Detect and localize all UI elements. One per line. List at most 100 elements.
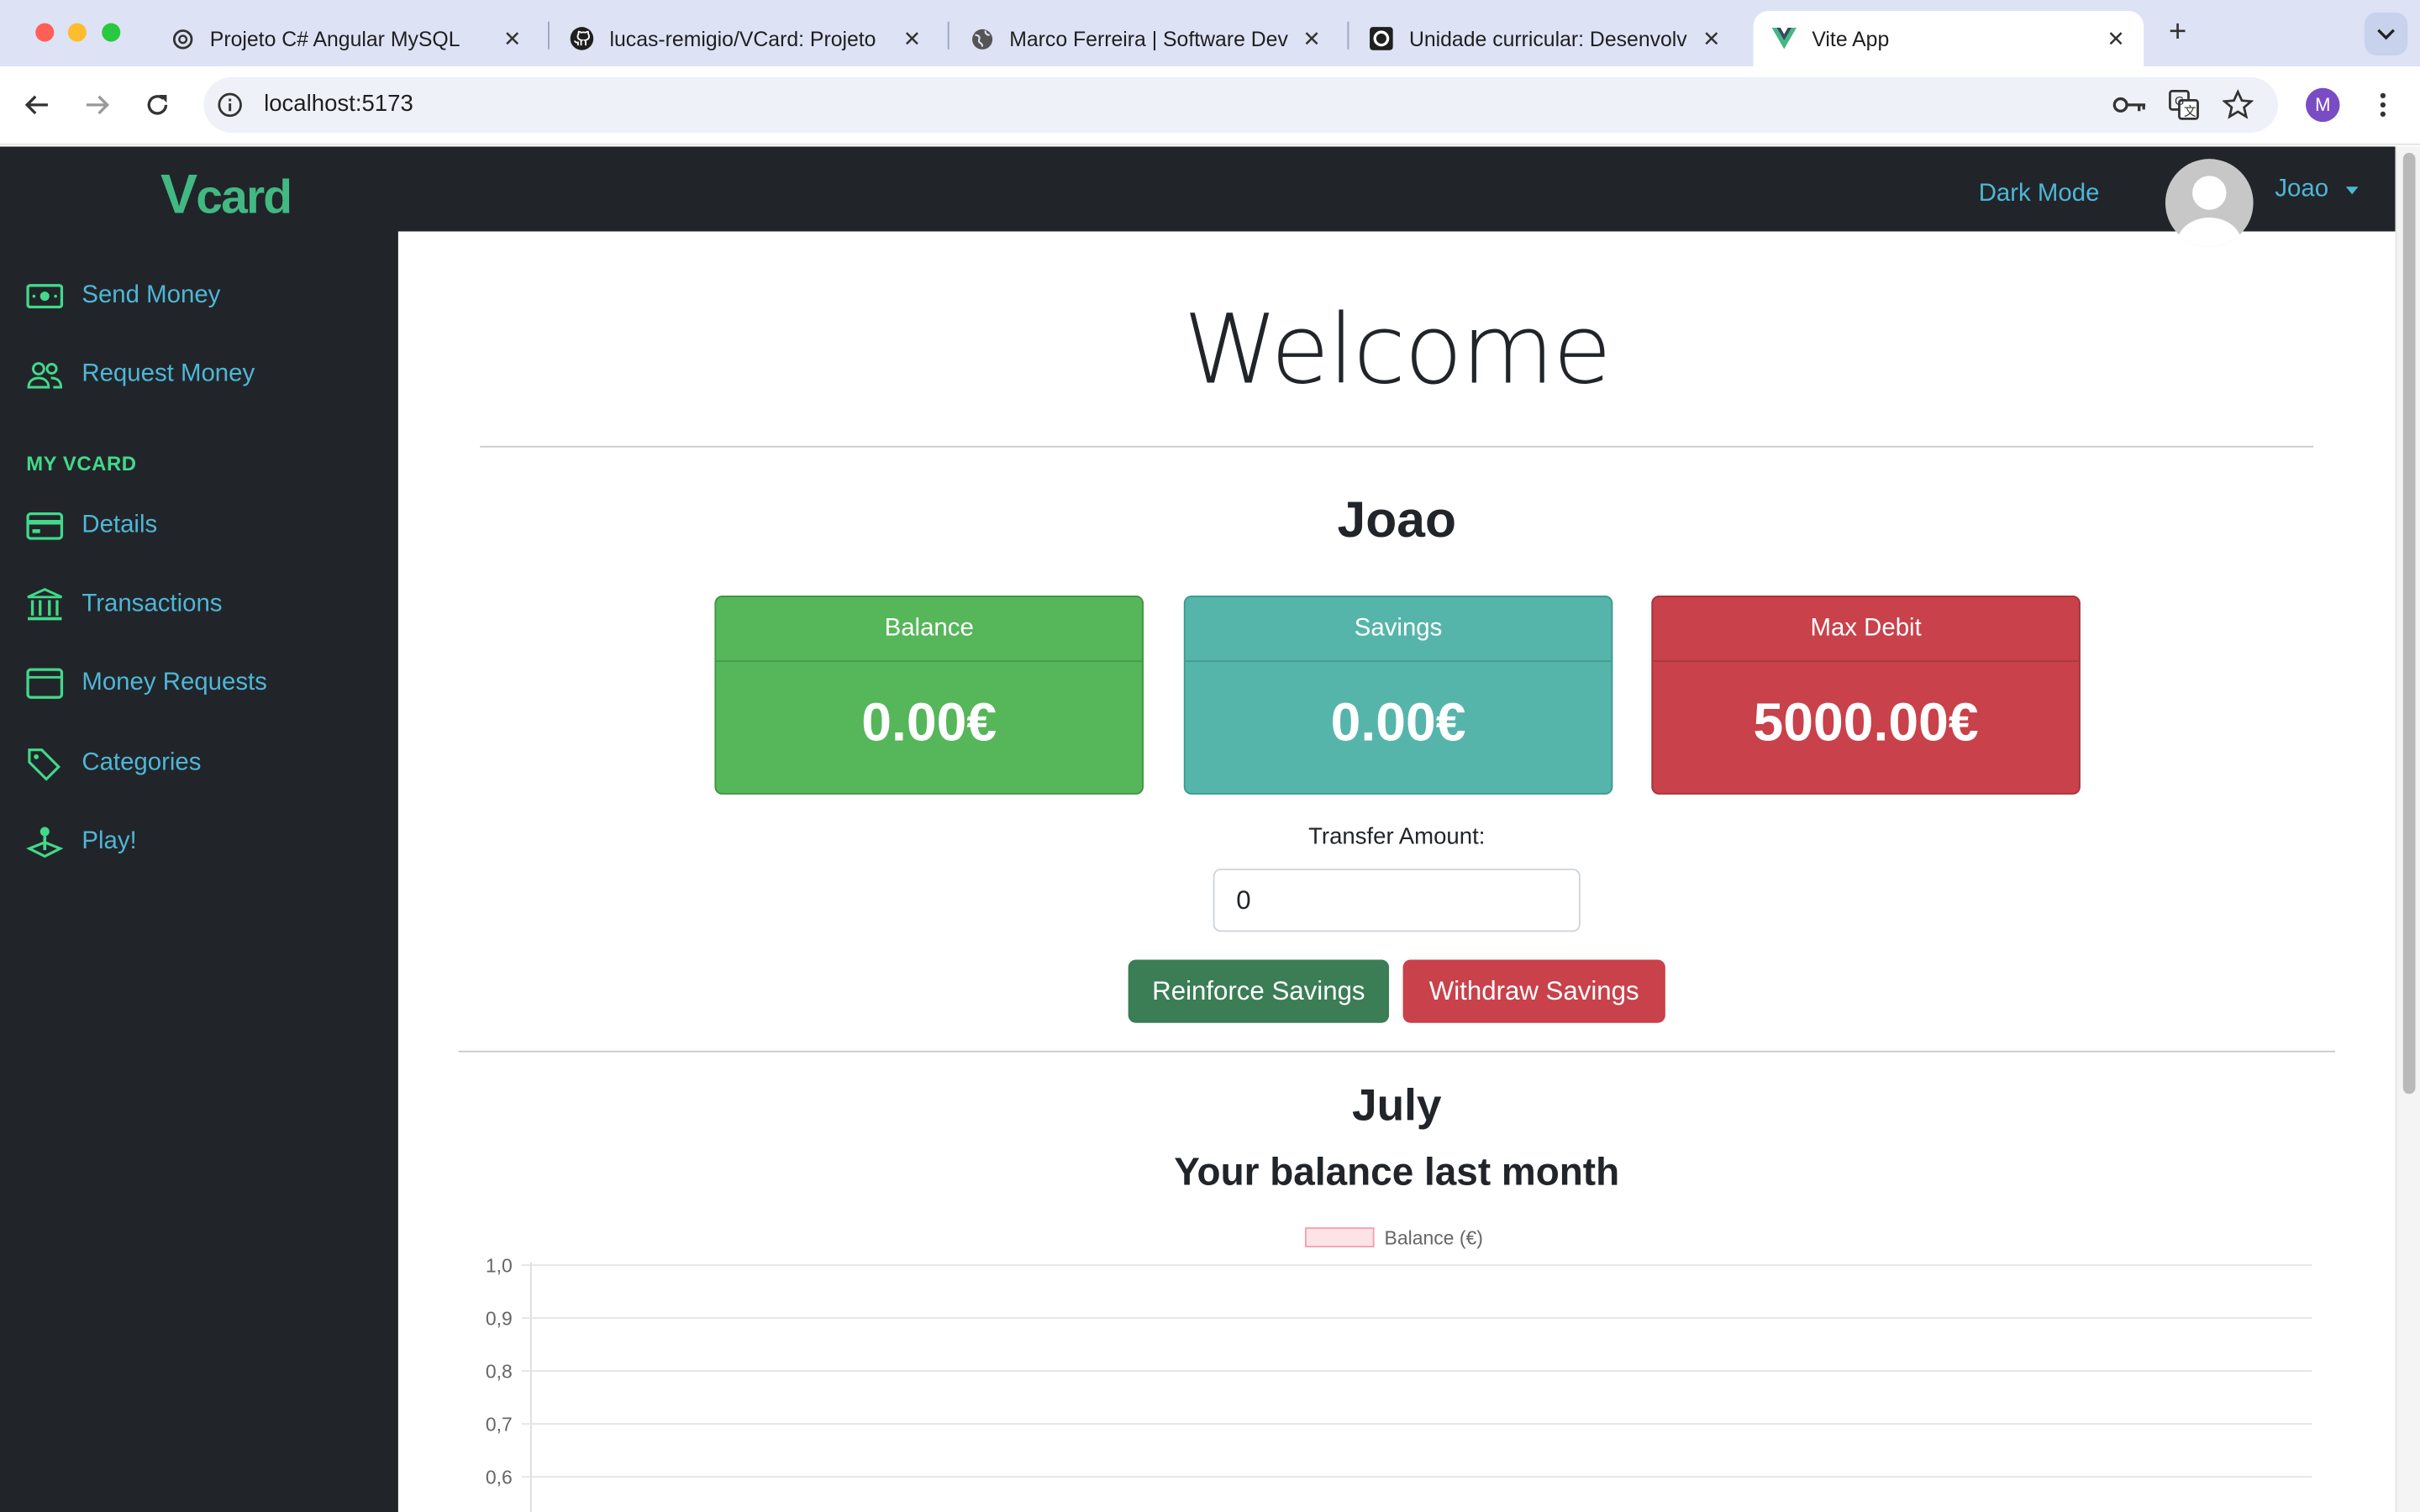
svg-text:文: 文: [2184, 105, 2196, 119]
max-debit-value: 5000.00€: [1753, 692, 1979, 753]
savings-card: Savings 0.00€: [1183, 595, 1613, 795]
reload-button[interactable]: [140, 88, 174, 122]
user-menu-label[interactable]: Joao: [2275, 176, 2328, 203]
sidebar-item-label: Send Money: [82, 282, 221, 309]
tab-divider: [1347, 21, 1349, 50]
new-tab-icon[interactable]: +: [2162, 15, 2193, 50]
browser-tab-bar: Projeto C# Angular MySQL ✕ lucas-remigio…: [0, 0, 2420, 66]
sidebar-item-label: Details: [82, 512, 158, 539]
forward-button[interactable]: [81, 88, 114, 122]
y-tick-label: 0,7: [486, 1413, 513, 1435]
sidebar-item-send-money[interactable]: Send Money: [24, 279, 220, 312]
sidebar-item-label: Play!: [82, 828, 137, 855]
savings-value: 0.00€: [1330, 692, 1466, 753]
tab-title: lucas-remigio/VCard: Projeto: [609, 27, 876, 50]
sidebar-item-categories[interactable]: Categories: [24, 747, 202, 781]
tab-title: Marco Ferreira | Software Dev: [1009, 27, 1288, 50]
bookmark-star-icon[interactable]: [2221, 88, 2254, 122]
sidebar-item-label: Money Requests: [82, 669, 267, 696]
reinforce-savings-button[interactable]: Reinforce Savings: [1128, 959, 1390, 1023]
openai-icon: [170, 26, 194, 50]
y-tick-label: 1,0: [486, 1254, 513, 1276]
bank-icon: [24, 588, 65, 622]
vcard-logo[interactable]: Vcard: [160, 161, 292, 227]
transfer-amount-label: Transfer Amount:: [1308, 823, 1486, 851]
page-title: Welcome: [1183, 292, 1612, 407]
browser-tab[interactable]: Projeto C# Angular MySQL ✕: [151, 11, 540, 66]
close-tab-icon[interactable]: ✕: [500, 25, 524, 51]
people-icon: [24, 358, 65, 391]
y-tick-label: 0,8: [486, 1360, 513, 1382]
divider: [480, 445, 2314, 448]
arrow-right-icon: [86, 95, 109, 115]
sidebar-item-play[interactable]: Play!: [24, 826, 137, 859]
tab-divider: [947, 21, 950, 50]
tab-search-button[interactable]: [2364, 12, 2408, 56]
url-text: localhost:5173: [264, 91, 413, 118]
sidebar-item-transactions[interactable]: Transactions: [24, 588, 222, 622]
sidebar-item-money-requests[interactable]: Money Requests: [24, 666, 267, 700]
translate-icon[interactable]: G文: [2167, 88, 2201, 122]
moodle-icon: [1369, 26, 1393, 50]
browser-tab-active[interactable]: Vite App ✕: [1753, 10, 2144, 66]
divider: [458, 1050, 2335, 1053]
site-info-icon[interactable]: [216, 91, 244, 118]
minimize-window-button[interactable]: [67, 23, 87, 42]
tags-icon: [24, 747, 65, 781]
wallet-icon: [24, 666, 65, 700]
money-icon: [24, 279, 65, 312]
withdraw-savings-button[interactable]: Withdraw Savings: [1402, 959, 1665, 1023]
balance-card: Balance 0.00€: [714, 595, 1144, 795]
close-window-button[interactable]: [35, 23, 55, 42]
chevron-down-icon: [2377, 29, 2395, 40]
sidebar-section-heading: MY VCARD: [26, 452, 137, 475]
caret-down-icon[interactable]: [2345, 186, 2359, 195]
tab-divider: [548, 21, 550, 50]
joystick-icon: [24, 826, 65, 859]
user-name-heading: Joao: [1337, 491, 1456, 549]
close-tab-icon[interactable]: ✕: [900, 25, 924, 51]
sidebar-item-request-money[interactable]: Request Money: [24, 358, 255, 391]
arrow-left-icon: [24, 95, 48, 115]
close-tab-icon[interactable]: ✕: [1300, 25, 1324, 51]
close-tab-icon[interactable]: ✕: [2103, 25, 2128, 51]
maximize-window-button[interactable]: [102, 23, 121, 42]
scrollbar-thumb[interactable]: [2402, 152, 2416, 1095]
svg-text:G: G: [2175, 95, 2184, 108]
browser-tab[interactable]: Unidade curricular: Desenvolv ✕: [1350, 11, 1739, 66]
max-debit-card-label: Max Debit: [1653, 597, 2080, 662]
dark-mode-toggle[interactable]: Dark Mode: [1979, 181, 2100, 208]
globe-icon: [969, 26, 993, 50]
github-icon: [570, 26, 594, 50]
logo-letter: V: [160, 161, 197, 226]
close-tab-icon[interactable]: ✕: [1699, 25, 1723, 51]
browser-tab[interactable]: lucas-remigio/VCard: Projeto ✕: [551, 11, 940, 66]
address-bar[interactable]: localhost:5173: [203, 76, 2279, 133]
app-root: Projeto C# Angular MySQL ✕ lucas-remigio…: [0, 0, 2420, 1512]
reload-icon: [147, 94, 168, 115]
balance-card-label: Balance: [716, 597, 1143, 662]
transfer-amount-input[interactable]: 0: [1213, 869, 1581, 932]
legend-swatch: [1304, 1227, 1375, 1248]
tab-title: Vite App: [1812, 27, 1890, 50]
browser-toolbar: localhost:5173 G文 M: [0, 66, 2420, 145]
month-heading: July: [1351, 1081, 1442, 1131]
sidebar-item-details[interactable]: Details: [24, 509, 157, 543]
page-scrollbar[interactable]: [2395, 146, 2420, 1512]
balance-value: 0.00€: [861, 692, 997, 753]
browser-tab[interactable]: Marco Ferreira | Software Dev ✕: [950, 11, 1339, 66]
y-tick-label: 0,6: [486, 1466, 513, 1488]
back-button[interactable]: [20, 88, 54, 122]
app-navbar: Vcard Dark Mode Joao: [0, 146, 2396, 247]
profile-avatar[interactable]: M: [2306, 87, 2340, 123]
password-key-icon[interactable]: [2112, 88, 2146, 122]
browser-menu-icon[interactable]: [2366, 88, 2400, 122]
sidebar-item-label: Transactions: [82, 591, 223, 617]
sidebar-item-label: Categories: [82, 749, 202, 776]
tab-title: Unidade curricular: Desenvolv: [1408, 27, 1687, 50]
main-content: Welcome Joao Balance 0.00€ Savings 0.00€…: [398, 232, 2396, 1512]
balance-line-chart: Balance (€) 1,0 0,9 0,8 0,7 0,6: [486, 1226, 2312, 1512]
vue-icon: [1771, 26, 1797, 50]
tab-title: Projeto C# Angular MySQL: [209, 27, 460, 50]
chart-title: Your balance last month: [1174, 1151, 1620, 1194]
